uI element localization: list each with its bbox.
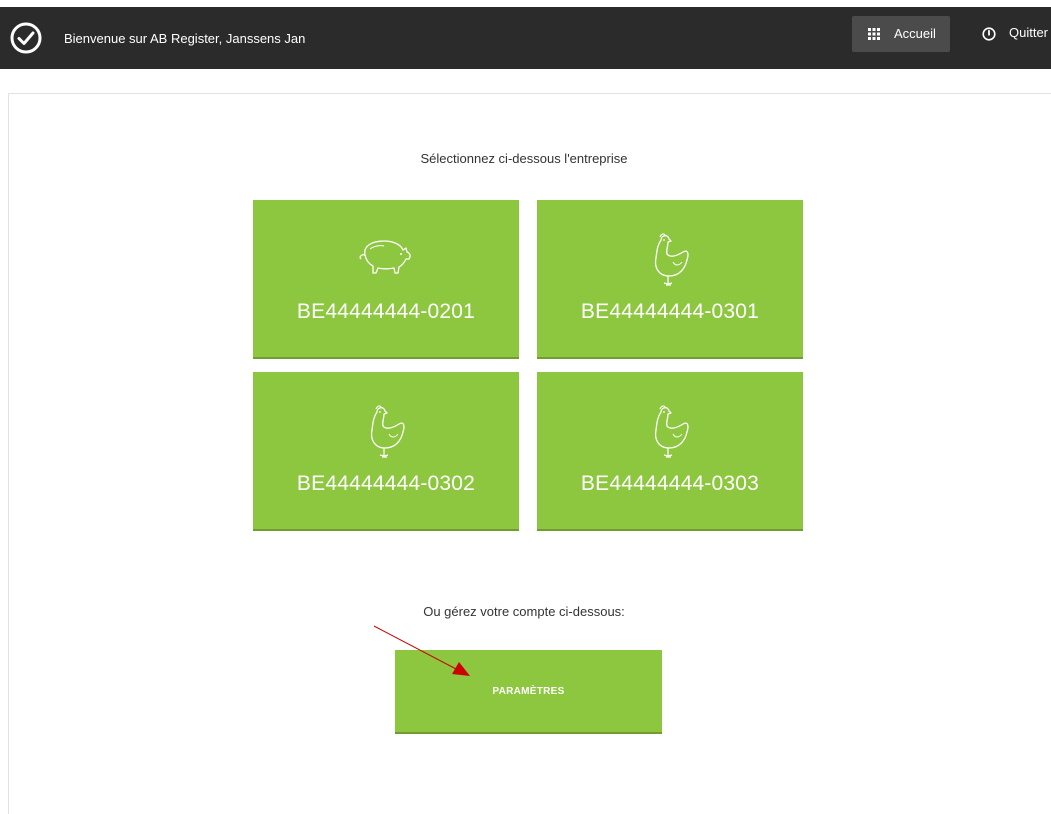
company-code: BE44444444-0302: [296, 472, 476, 495]
company-code: BE44444444-0303: [580, 472, 760, 495]
power-icon: [982, 27, 996, 41]
company-tile[interactable]: BE44444444-0201: [253, 200, 519, 359]
company-tile[interactable]: BE44444444-0302: [253, 372, 519, 531]
welcome-message: Bienvenue sur AB Register, Janssens Jan: [64, 31, 306, 46]
company-tile[interactable]: BE44444444-0303: [537, 372, 803, 531]
checkmark-logo-icon: [10, 22, 42, 54]
manage-account-heading: Ou gérez votre compte ci-dessous:: [423, 604, 625, 619]
chicken-icon: [370, 405, 405, 458]
company-code: BE44444444-0201: [296, 300, 476, 323]
annotation-arrow-icon: [373, 625, 470, 676]
company-code: BE44444444-0301: [580, 300, 760, 323]
select-company-heading: Sélectionnez ci-dessous l'entreprise: [420, 151, 628, 166]
pig-icon: [359, 240, 411, 274]
top-navigation-bar: Bienvenue sur AB Register, Janssens Jan …: [0, 7, 1051, 69]
home-nav-label: Accueil: [894, 26, 936, 41]
settings-button-label: PARAMÈTRES: [492, 686, 565, 697]
apps-grid-icon: [868, 28, 880, 40]
company-tile[interactable]: BE44444444-0301: [537, 200, 803, 359]
home-nav-button[interactable]: Accueil: [852, 16, 950, 52]
chicken-icon: [654, 233, 689, 286]
chicken-icon: [654, 405, 689, 458]
quit-nav-label: Quitter: [1009, 25, 1049, 40]
